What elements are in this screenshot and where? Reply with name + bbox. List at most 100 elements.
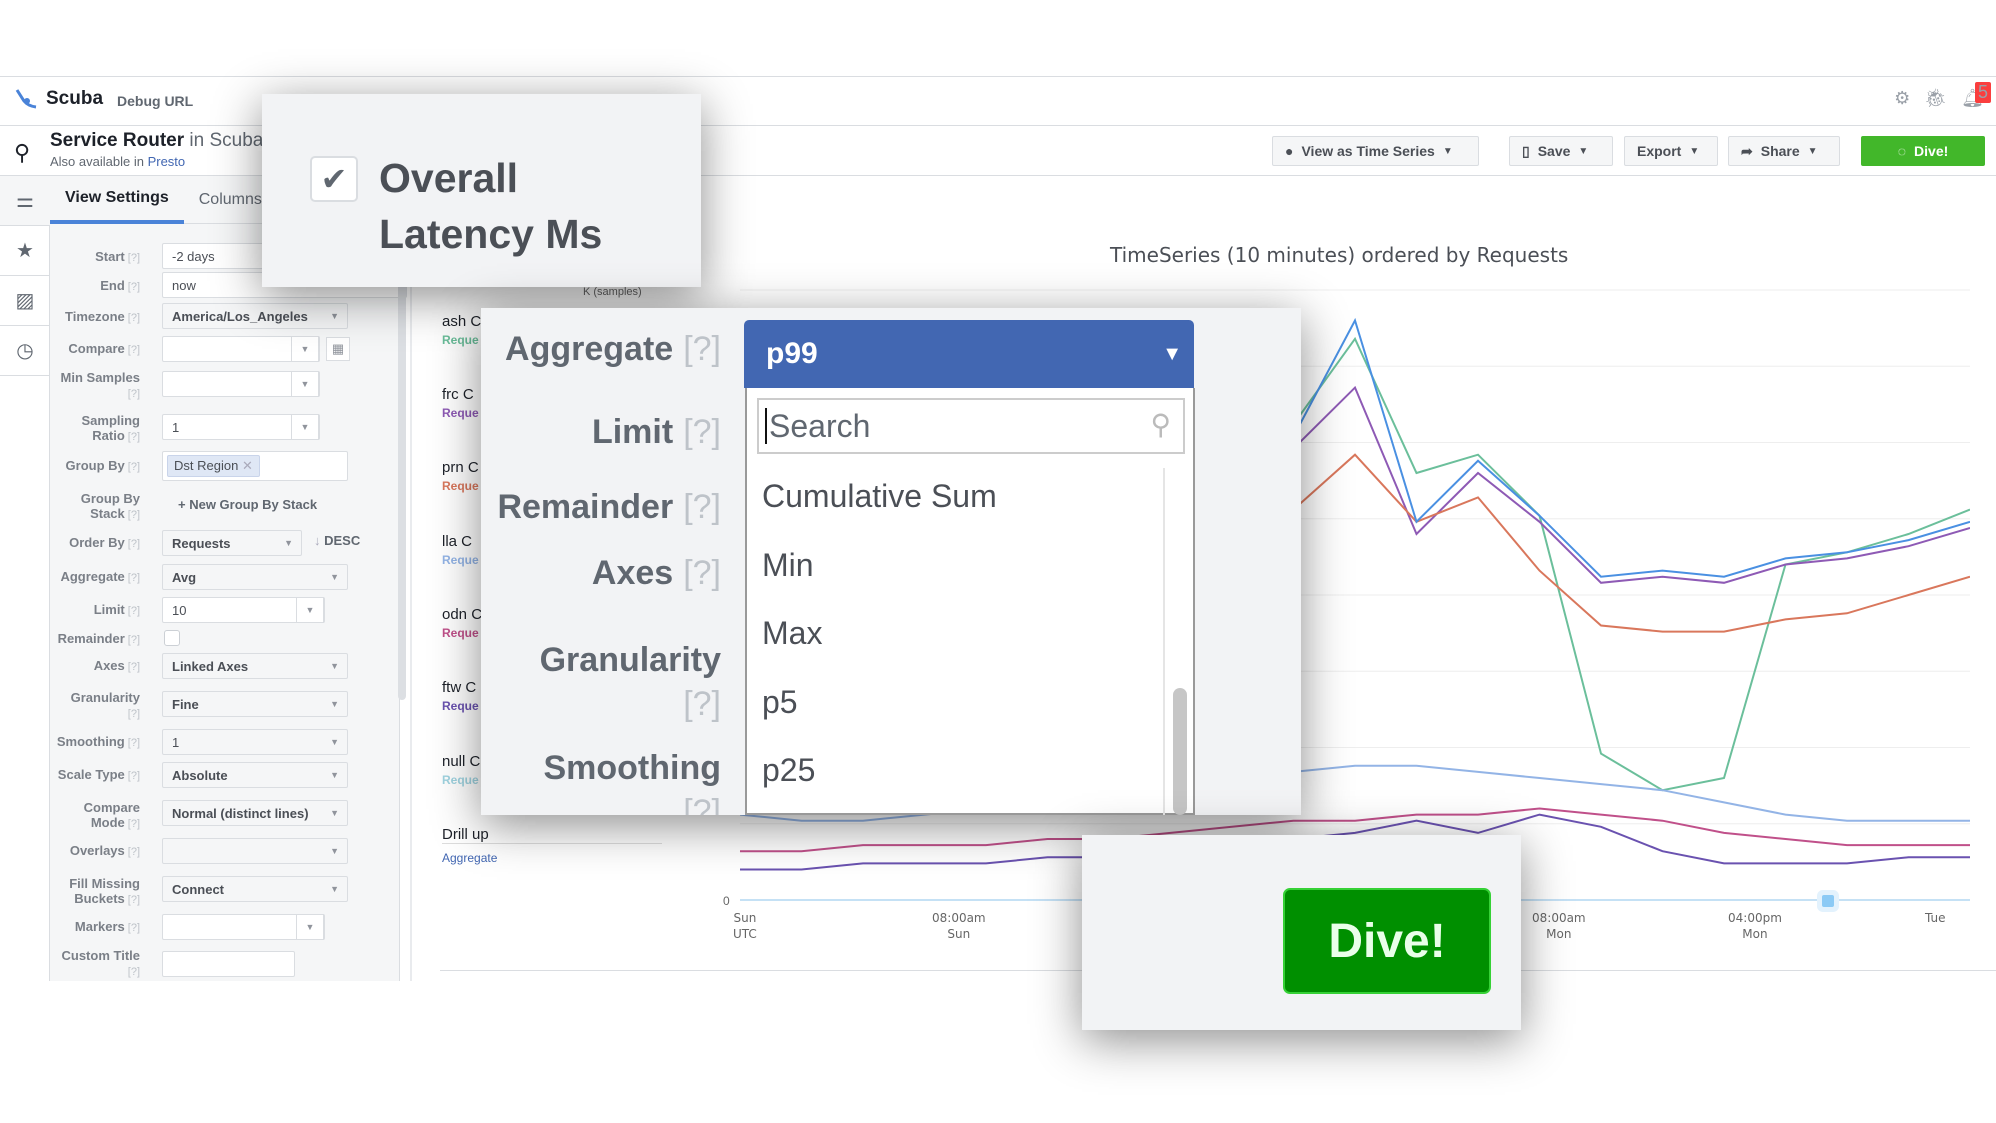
help-icon[interactable]: [?] bbox=[128, 770, 140, 782]
scuba-logo[interactable]: Scuba bbox=[14, 86, 103, 112]
compare-mode-select[interactable]: Normal (distinct lines) ▼ bbox=[162, 800, 348, 826]
help-icon[interactable]: [?] bbox=[128, 737, 140, 749]
order-by-select[interactable]: Requests ▼ bbox=[162, 530, 302, 556]
help-icon[interactable]: [?] bbox=[128, 388, 140, 400]
range-slider-handle[interactable] bbox=[1822, 895, 1834, 907]
callout-label: Remainder [?] bbox=[497, 488, 721, 526]
share-label: Share bbox=[1760, 143, 1800, 159]
sampling-ratio-input[interactable]: 1 ▼ bbox=[162, 414, 320, 440]
caret-down-icon[interactable]: ▼ bbox=[291, 414, 319, 440]
new-group-by-stack-button[interactable]: + New Group By Stack bbox=[178, 497, 317, 512]
help-icon[interactable]: [?] bbox=[683, 330, 721, 368]
help-icon[interactable]: [?] bbox=[128, 634, 140, 646]
help-icon[interactable]: [?] bbox=[128, 966, 140, 978]
help-icon[interactable]: [?] bbox=[128, 344, 140, 356]
caret-down-icon[interactable]: ▼ bbox=[296, 597, 324, 623]
callout-label: Aggregate [?] bbox=[505, 330, 721, 368]
group-by-input[interactable]: Dst Region ✕ bbox=[162, 451, 348, 481]
legend-item[interactable]: odn C Reque bbox=[442, 606, 482, 640]
remainder-checkbox[interactable] bbox=[164, 630, 180, 646]
legend-item[interactable]: lla C Reque bbox=[442, 533, 479, 567]
presto-link[interactable]: Presto bbox=[148, 154, 186, 169]
option-p25[interactable]: p25 bbox=[762, 752, 815, 789]
legend-item[interactable]: frc C Reque bbox=[442, 386, 479, 420]
caret-down-icon[interactable]: ▼ bbox=[291, 336, 319, 362]
dive-button[interactable]: ◌ Dive! bbox=[1861, 136, 1985, 166]
app-brand: Scuba bbox=[46, 88, 104, 109]
help-icon[interactable]: [?] bbox=[128, 509, 140, 521]
help-icon[interactable]: [?] bbox=[128, 661, 140, 673]
remove-chip-icon[interactable]: ✕ bbox=[242, 458, 253, 473]
axes-select[interactable]: Linked Axes ▼ bbox=[162, 653, 348, 679]
help-icon[interactable]: [?] bbox=[128, 252, 140, 264]
limit-input[interactable]: 10 ▼ bbox=[162, 597, 325, 623]
bug-icon[interactable]: 🐞︎ bbox=[1924, 88, 1947, 109]
calendar-icon[interactable]: ▦ bbox=[326, 337, 350, 361]
sort-direction-toggle[interactable]: ↓ DESC bbox=[314, 533, 360, 548]
left-rail: ⚌ ★ ▨ ◷ bbox=[0, 176, 50, 981]
tab-view-settings[interactable]: View Settings bbox=[50, 176, 184, 224]
help-icon[interactable]: [?] bbox=[128, 281, 140, 293]
clock-icon[interactable]: ◷ bbox=[0, 326, 50, 376]
gear-icon[interactable]: ⚙ bbox=[1894, 88, 1910, 109]
sliders-icon[interactable]: ⚌ bbox=[0, 176, 50, 226]
view-as-time-series-button[interactable]: ● View as Time Series ▼ bbox=[1272, 136, 1479, 166]
help-icon[interactable]: [?] bbox=[683, 793, 721, 815]
help-icon[interactable]: [?] bbox=[128, 538, 140, 550]
option-p5[interactable]: p5 bbox=[762, 684, 798, 721]
drill-up-link[interactable]: Drill up bbox=[442, 826, 662, 844]
debug-url-link[interactable]: Debug URL bbox=[117, 93, 193, 109]
dive-button-large[interactable]: Dive! bbox=[1283, 888, 1491, 994]
min-samples-input[interactable]: ▼ bbox=[162, 371, 320, 397]
aggregate-select[interactable]: Avg ▼ bbox=[162, 564, 348, 590]
legend-item[interactable]: null C Reque bbox=[442, 753, 480, 787]
aggregate-dropdown-selected[interactable]: p99 ▼ bbox=[744, 320, 1194, 388]
timezone-select[interactable]: America/Los_Angeles ▼ bbox=[162, 303, 348, 329]
share-button[interactable]: ➦ Share ▼ bbox=[1728, 136, 1840, 166]
panel-divider[interactable] bbox=[410, 176, 412, 981]
compare-input[interactable]: ▼ bbox=[162, 336, 320, 362]
panel-scrollbar[interactable] bbox=[398, 230, 406, 700]
scale-type-select[interactable]: Absolute ▼ bbox=[162, 762, 348, 788]
legend-name: ash C bbox=[442, 313, 482, 330]
legend-item[interactable]: ftw C Reque bbox=[442, 679, 479, 713]
overlays-select[interactable]: ▼ bbox=[162, 838, 348, 864]
options-scrollbar[interactable] bbox=[1173, 688, 1187, 815]
help-icon[interactable]: [?] bbox=[128, 431, 140, 443]
help-icon[interactable]: [?] bbox=[128, 894, 140, 906]
aggregate-search-input[interactable]: Search ⚲ bbox=[757, 398, 1185, 454]
caret-down-icon[interactable]: ▼ bbox=[296, 914, 324, 940]
granularity-select[interactable]: Fine ▼ bbox=[162, 691, 348, 717]
help-icon[interactable]: [?] bbox=[128, 922, 140, 934]
bell-icon[interactable]: 🔔︎ 5 bbox=[1961, 82, 1991, 109]
help-icon[interactable]: [?] bbox=[683, 685, 721, 723]
custom-title-input[interactable] bbox=[162, 951, 295, 977]
fill-missing-select[interactable]: Connect ▼ bbox=[162, 876, 348, 902]
help-icon[interactable]: [?] bbox=[128, 818, 140, 830]
legend-item[interactable]: prn C Reque bbox=[442, 459, 479, 493]
star-icon[interactable]: ★ bbox=[0, 226, 50, 276]
smoothing-select[interactable]: 1 ▼ bbox=[162, 729, 348, 755]
help-icon[interactable]: [?] bbox=[683, 488, 721, 526]
help-icon[interactable]: [?] bbox=[683, 554, 721, 592]
option-min[interactable]: Min bbox=[762, 547, 814, 584]
search-icon[interactable]: ⚲ bbox=[14, 140, 30, 166]
export-button[interactable]: Export ▼ bbox=[1624, 136, 1718, 166]
chart-icon[interactable]: ▨ bbox=[0, 276, 50, 326]
option-max[interactable]: Max bbox=[762, 615, 822, 652]
help-icon[interactable]: [?] bbox=[128, 846, 140, 858]
help-icon[interactable]: [?] bbox=[128, 312, 140, 324]
overall-latency-checkbox[interactable]: ✔ bbox=[310, 156, 358, 202]
help-icon[interactable]: [?] bbox=[683, 413, 721, 451]
help-icon[interactable]: [?] bbox=[128, 572, 140, 584]
help-icon[interactable]: [?] bbox=[128, 461, 140, 473]
save-button[interactable]: ▯ Save ▼ bbox=[1509, 136, 1613, 166]
option-cumulative-sum[interactable]: Cumulative Sum bbox=[762, 478, 997, 515]
help-icon[interactable]: [?] bbox=[128, 708, 140, 720]
legend-item[interactable]: ash C Reque bbox=[442, 313, 481, 347]
bookmark-icon: ▯ bbox=[1522, 142, 1530, 159]
drill-up-aggregate[interactable]: Aggregate bbox=[442, 851, 497, 865]
caret-down-icon[interactable]: ▼ bbox=[291, 371, 319, 397]
markers-input[interactable]: ▼ bbox=[162, 914, 325, 940]
help-icon[interactable]: [?] bbox=[128, 605, 140, 617]
